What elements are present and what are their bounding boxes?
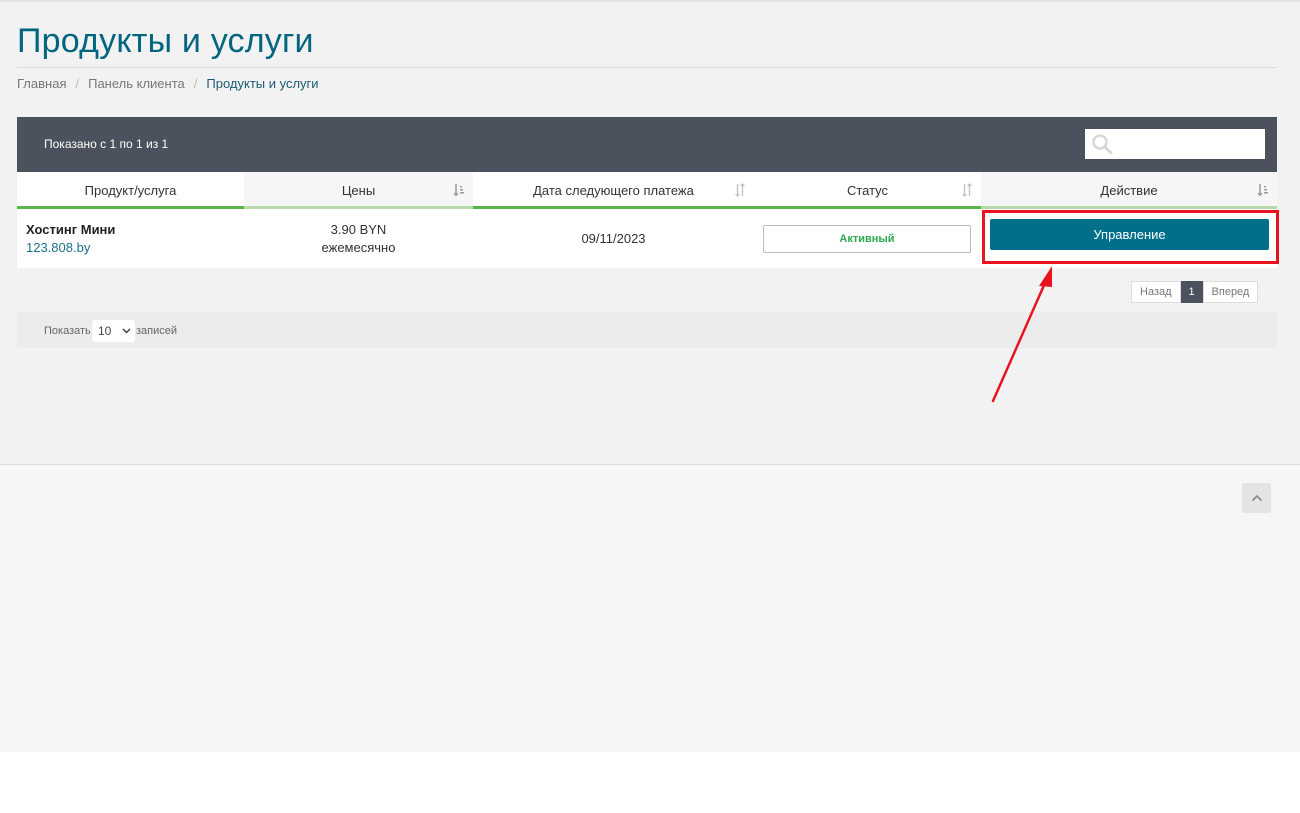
table-column-headers: Продукт/услуга Цены Дата следующего плат… [17,172,1277,209]
column-header-label: Дата следующего платежа [533,183,694,198]
search-icon [1092,134,1113,155]
entries-per-page-select[interactable]: 10 [92,320,135,342]
scroll-to-top-button[interactable] [1242,483,1271,513]
page-title: Продукты и услуги [17,22,314,60]
entries-per-page-value: 10 [98,324,112,338]
product-domain-link[interactable]: 123.808.by [26,240,90,255]
sort-both-icon [735,183,745,197]
breadcrumb-separator: / [75,75,80,91]
status-badge: Активный [763,225,971,253]
chevron-up-icon [1251,494,1262,502]
next-due-cell: 09/11/2023 [473,209,754,268]
sort-ascending-icon [453,184,464,197]
billing-cycle: ежемесячно [321,240,396,255]
breadcrumb-client-area-link[interactable]: Панель клиента [88,76,185,91]
product-name: Хостинг Мини [26,222,116,237]
column-header-status[interactable]: Статус [754,172,981,209]
sort-ascending-icon [1257,184,1268,197]
column-header-price[interactable]: Цены [244,172,473,209]
column-header-label: Продукт/услуга [84,183,177,198]
length-prefix-label: Показать [44,325,91,337]
pagination-page-button[interactable]: 1 [1180,281,1203,303]
column-header-label: Статус [846,183,889,198]
column-header-label: Цены [341,183,376,198]
breadcrumb-current: Продукты и услуги [206,75,319,91]
pagination: Назад 1 Вперед [1131,281,1259,303]
column-header-product[interactable]: Продукт/услуга [17,172,244,209]
price-cell: 3.90 BYN ежемесячно [244,209,473,268]
breadcrumb: Главная / Панель клиента / Продукты и ус… [17,75,319,91]
next-due-date: 09/11/2023 [581,231,646,246]
pagination-prev-button[interactable]: Назад [1131,281,1181,303]
table-length-bar: Показать 10 записей [17,312,1277,348]
breadcrumb-home-link[interactable]: Главная [17,76,66,91]
top-divider [0,0,1300,2]
product-cell: Хостинг Мини 123.808.by [17,209,244,268]
sort-both-icon [962,183,972,197]
length-suffix-label: записей [136,325,178,337]
footer-area [0,464,1300,752]
chevron-down-icon [122,328,131,334]
column-header-next-due[interactable]: Дата следующего платежа [473,172,754,209]
title-divider [17,67,1277,68]
table-search-input[interactable] [1085,129,1265,159]
column-header-label: Действие [1100,183,1158,198]
pagination-next-button[interactable]: Вперед [1202,281,1259,303]
breadcrumb-separator: / [193,75,198,91]
price-amount: 3.90 BYN [330,222,387,237]
table-toolbar: Показано с 1 по 1 из 1 [17,117,1277,172]
annotation-highlight-box [982,210,1279,264]
column-header-action[interactable]: Действие [981,172,1277,209]
table-info-text: Показано с 1 по 1 из 1 [44,137,169,151]
